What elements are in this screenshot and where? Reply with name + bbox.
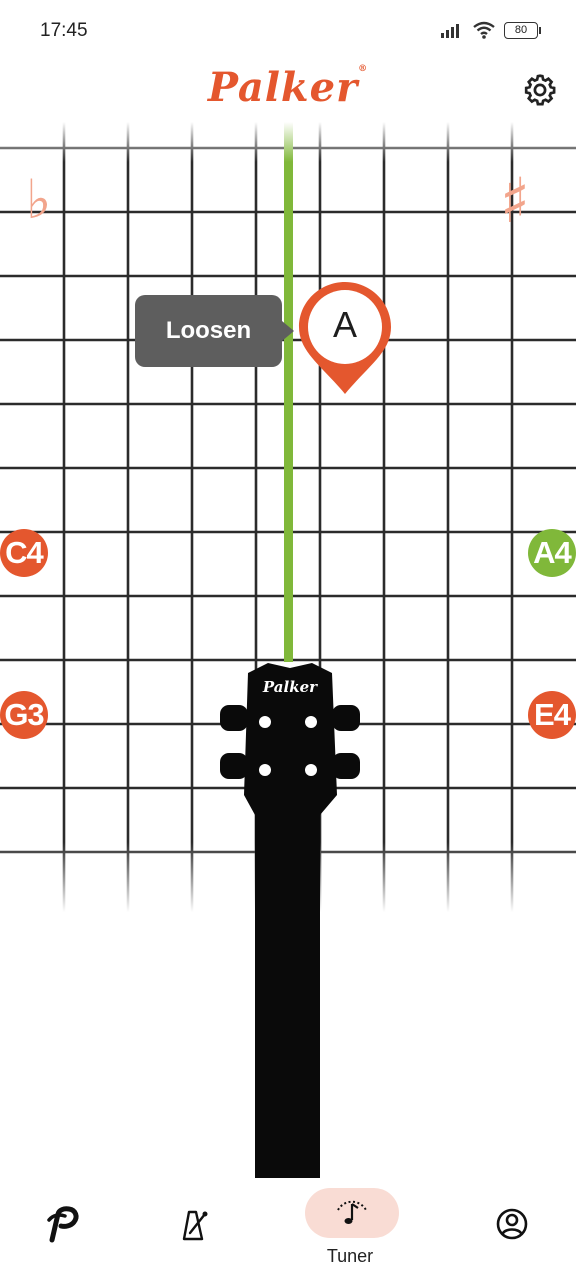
- headstock-brand: Palker: [262, 678, 318, 696]
- status-time: 17:45: [40, 20, 88, 41]
- string-button-a4[interactable]: A4: [528, 529, 576, 577]
- bottom-navigation: Tuner: [0, 1178, 576, 1280]
- battery-icon: 80: [504, 21, 541, 39]
- status-bar: 17:45 80: [0, 0, 576, 62]
- nav-item-tuner[interactable]: Tuner: [300, 1188, 400, 1274]
- pitch-center-line: [284, 122, 293, 662]
- signal-icon: [441, 24, 459, 38]
- nav-item-home[interactable]: [13, 1188, 113, 1274]
- ukulele-headstock: Palker: [220, 663, 360, 1180]
- battery-level: 80: [514, 23, 528, 36]
- gear-icon[interactable]: [522, 72, 558, 108]
- palker-logo-icon: [47, 1206, 79, 1243]
- palker-logo: Palker®: [207, 64, 369, 111]
- string-button-g3[interactable]: G3: [0, 691, 48, 739]
- nav-label-tuner: Tuner: [326, 1246, 374, 1266]
- tooltip-arrow: [282, 321, 294, 341]
- profile-icon: [496, 1208, 528, 1240]
- metronome-icon: [182, 1210, 208, 1241]
- flat-indicator: ♭: [26, 168, 52, 231]
- detected-note: A: [332, 304, 357, 345]
- wifi-icon: [473, 21, 495, 39]
- tuning-instruction: Loosen: [135, 295, 282, 367]
- status-icons: 80: [440, 21, 541, 39]
- nav-item-profile[interactable]: [462, 1188, 562, 1274]
- nav-item-metronome[interactable]: [144, 1188, 244, 1274]
- sharp-indicator: ♯: [500, 164, 531, 237]
- string-button-c4[interactable]: C4: [0, 529, 48, 577]
- string-button-e4[interactable]: E4: [528, 691, 576, 739]
- app-header: Palker®: [0, 62, 576, 122]
- tuner-icon: [337, 1200, 367, 1224]
